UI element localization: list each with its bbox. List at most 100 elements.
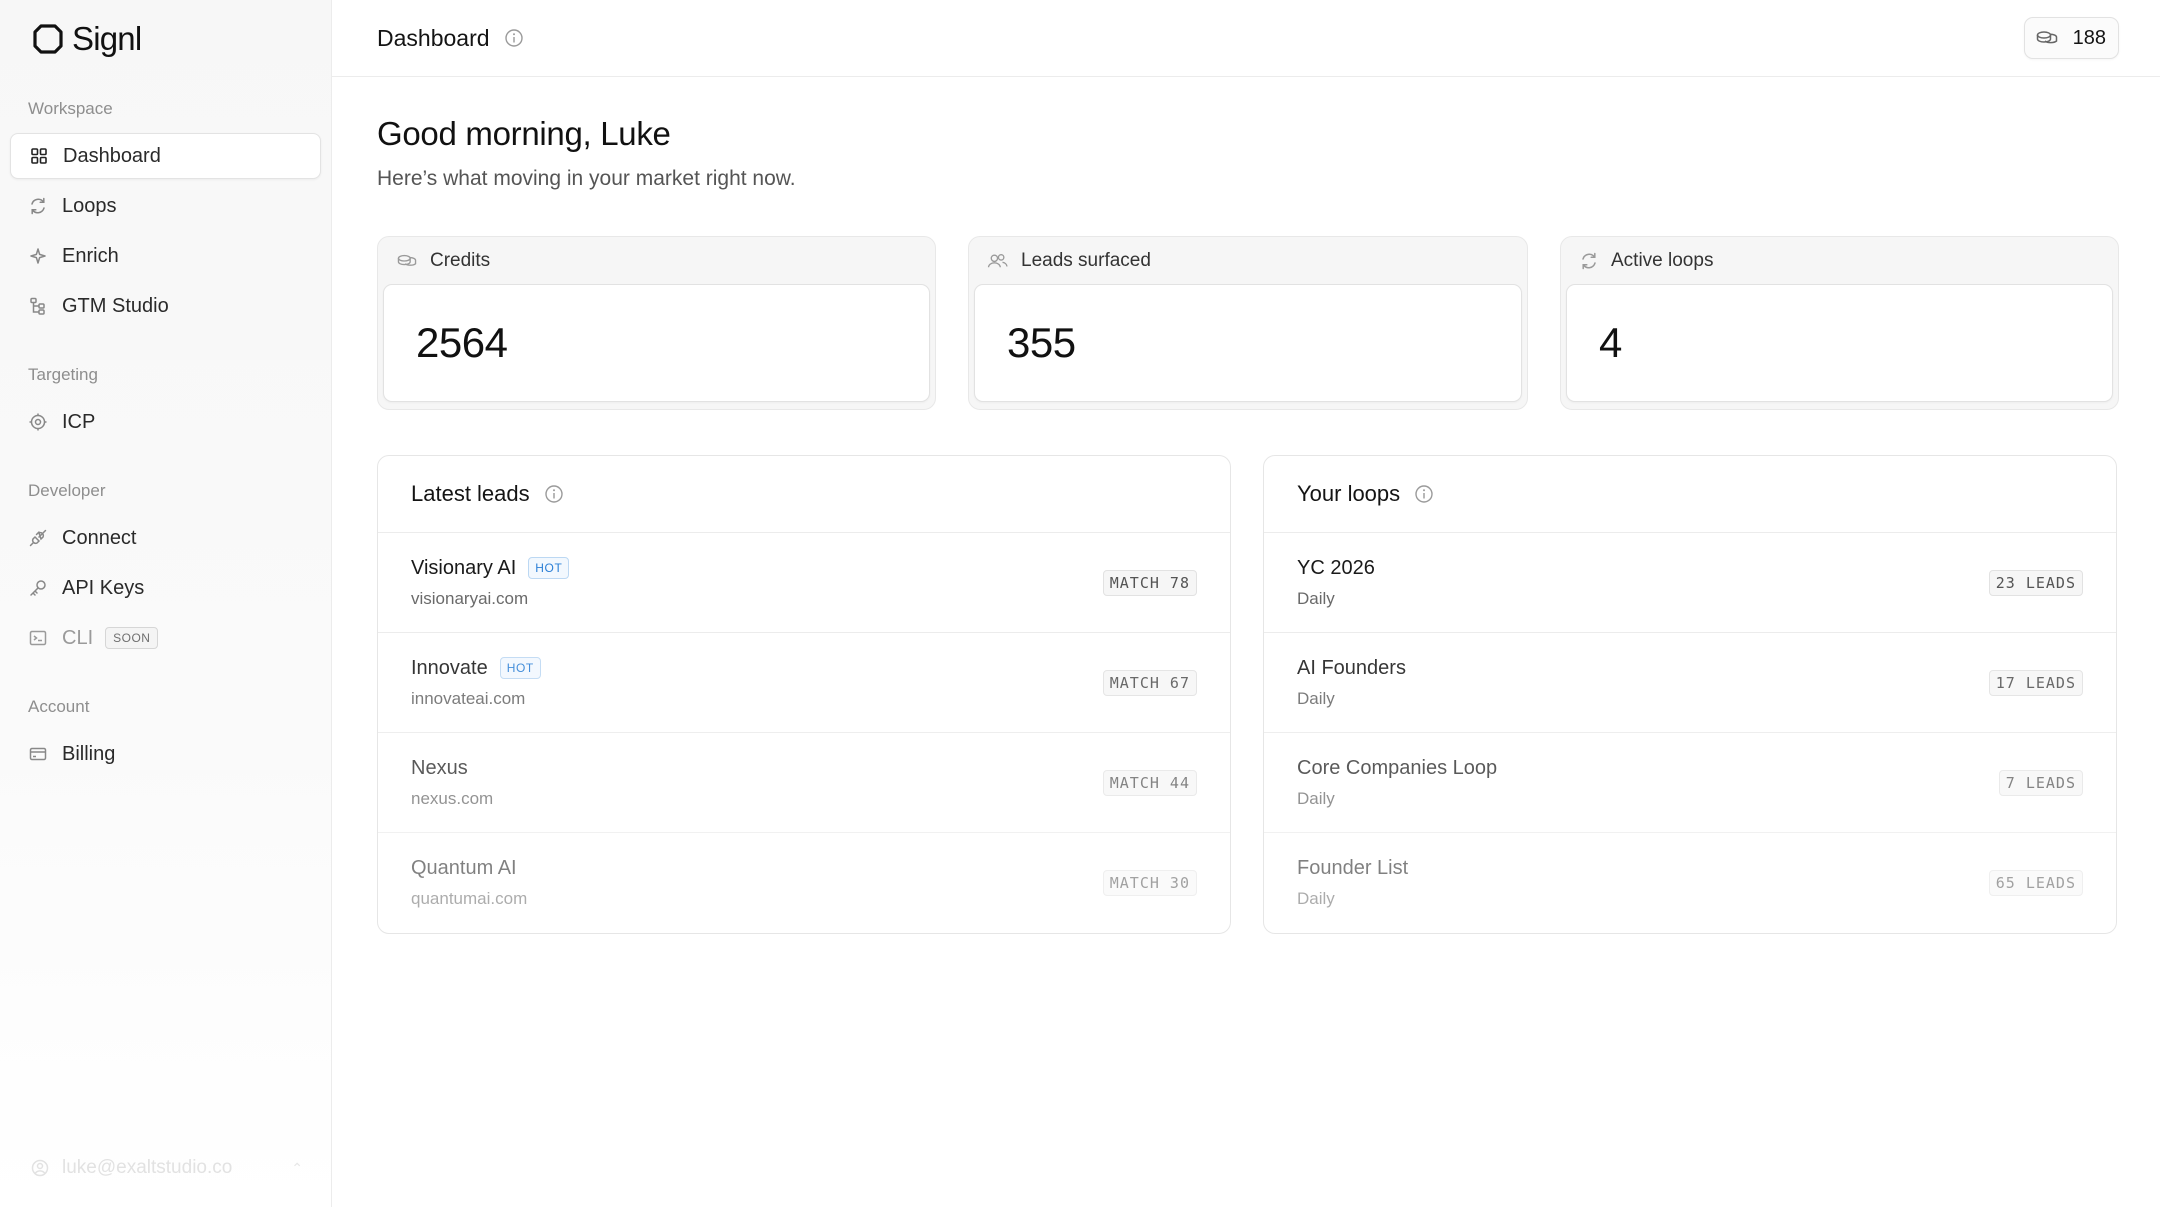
match-score-badge: MATCH 30 <box>1102 870 1197 896</box>
lead-name: Innovate <box>411 656 488 679</box>
sidebar-item-billing[interactable]: Billing <box>10 731 321 777</box>
sidebar-item-label: Dashboard <box>63 144 161 167</box>
stat-value: 355 <box>974 284 1522 402</box>
loop-row[interactable]: YC 2026 Daily 23 LEADS <box>1264 533 2116 633</box>
sidebar-item-loops[interactable]: Loops <box>10 183 321 229</box>
lead-name: Nexus <box>411 756 468 779</box>
loop-frequency: Daily <box>1297 588 1335 608</box>
hot-badge: HOT <box>499 657 541 679</box>
sidebar-item-enrich[interactable]: Enrich <box>10 233 321 279</box>
loop-frequency: Daily <box>1297 688 1335 708</box>
nav-section-title: Workspace <box>28 99 113 118</box>
sidebar-item-cli[interactable]: CLI SOON <box>10 615 321 661</box>
your-loops-panel: Your loops YC 2026 Daily 23 LEADS AI Fou… <box>1263 455 2117 934</box>
refresh-icon <box>1582 252 1596 269</box>
sidebar-item-label: ICP <box>62 410 96 433</box>
stat-header: Active loops <box>1566 237 2113 284</box>
tree-icon <box>30 297 45 315</box>
coins-icon <box>2036 31 2057 44</box>
loop-row[interactable]: Core Companies Loop Daily 7 LEADS <box>1264 733 2116 833</box>
sparkle-icon <box>30 248 46 264</box>
credits-count: 188 <box>2072 26 2106 49</box>
lead-row[interactable]: Innovate HOT innovateai.com MATCH 67 <box>378 633 1230 733</box>
info-icon[interactable] <box>504 28 524 48</box>
lead-row[interactable]: Nexus nexus.com MATCH 44 <box>378 733 1230 833</box>
sidebar-item-label: Loops <box>62 194 117 217</box>
sidebar-item-label: Connect <box>62 526 137 549</box>
account-email: luke@exaltstudio.co <box>62 1157 233 1178</box>
panels-row: Latest leads Visionary AI HOT visionaryai… <box>377 455 2119 934</box>
loop-frequency: Daily <box>1297 889 1335 908</box>
stat-label: Active loops <box>1611 249 1714 271</box>
nav-section-title: Account <box>28 697 90 716</box>
nav-section-targeting: Targeting ICP <box>0 333 331 445</box>
page-title: Dashboard <box>377 24 490 51</box>
sidebar-item-label: Billing <box>62 742 116 765</box>
info-icon[interactable] <box>1414 484 1434 504</box>
lead-name: Quantum AI <box>411 857 517 879</box>
sidebar-item-dashboard[interactable]: Dashboard <box>10 133 321 179</box>
nav-section-workspace: Workspace Dashboard Loops Enrich GTM Stu… <box>0 77 331 329</box>
hot-badge: HOT <box>528 557 570 579</box>
stat-card-credits: Credits 2564 <box>377 236 936 410</box>
sidebar-item-gtm-studio[interactable]: GTM Studio <box>10 283 321 329</box>
loop-name: Founder List <box>1297 857 1409 879</box>
sidebar-item-label: GTM Studio <box>62 294 169 317</box>
card-icon <box>29 747 47 761</box>
signl-logo-icon <box>33 23 63 54</box>
lead-domain: nexus.com <box>411 788 494 808</box>
panel-title: Latest leads <box>411 481 530 506</box>
leads-count-badge: 65 LEADS <box>1988 870 2083 896</box>
stat-header: Credits <box>383 237 930 284</box>
stat-value: 4 <box>1566 284 2113 402</box>
credits-pill[interactable]: 188 <box>2023 17 2119 59</box>
lead-domain: innovateai.com <box>411 688 526 708</box>
brand[interactable]: Signl <box>0 0 331 77</box>
sidebar-item-api-keys[interactable]: API Keys <box>10 565 321 611</box>
sidebar-item-icp[interactable]: ICP <box>10 399 321 445</box>
main-content: Dashboard 188 Good morning, Luke Here’s … <box>332 0 2160 1207</box>
match-score-badge: MATCH 44 <box>1102 769 1197 796</box>
info-icon[interactable] <box>544 484 564 504</box>
nav-section-developer: Developer Connect API Keys CLI SOON <box>0 449 331 661</box>
leads-count-badge: 23 LEADS <box>1988 569 2083 596</box>
nav-section-title: Developer <box>28 481 106 500</box>
stats-row: Credits 2564 Leads surfaced 355 Active l… <box>377 236 2119 410</box>
loop-frequency: Daily <box>1297 788 1335 808</box>
stat-label: Credits <box>430 249 491 271</box>
user-icon <box>31 1159 49 1177</box>
match-score-badge: MATCH 67 <box>1102 669 1197 696</box>
lead-row[interactable]: Quantum AI quantumai.com MATCH 30 <box>378 833 1230 933</box>
loop-row[interactable]: Founder List Daily 65 LEADS <box>1264 833 2116 933</box>
coins-icon <box>397 254 417 266</box>
lead-row[interactable]: Visionary AI HOT visionaryai.com MATCH 78 <box>378 533 1230 633</box>
leads-count-badge: 7 LEADS <box>1998 769 2083 796</box>
users-icon <box>987 253 1008 267</box>
sidebar-item-label: API Keys <box>62 576 145 599</box>
sidebar: Signl Workspace Dashboard Loops Enrich G… <box>0 0 332 1207</box>
soon-badge: SOON <box>105 627 159 649</box>
brand-name: Signl <box>72 19 142 57</box>
loop-name: Core Companies Loop <box>1297 756 1498 779</box>
nav-section-account: Account Billing <box>0 665 331 777</box>
panel-title: Your loops <box>1297 481 1401 506</box>
lead-domain: visionaryai.com <box>411 588 529 608</box>
grid-icon <box>31 148 47 164</box>
loop-row[interactable]: AI Founders Daily 17 LEADS <box>1264 633 2116 733</box>
refresh-icon <box>31 197 45 215</box>
nav-section-title: Targeting <box>28 365 98 384</box>
panel-header: Your loops <box>1264 456 2116 533</box>
loop-name: YC 2026 <box>1297 556 1375 579</box>
dashboard-content: Good morning, Luke Here’s what moving in… <box>332 77 2160 934</box>
sidebar-item-connect[interactable]: Connect <box>10 515 321 561</box>
lead-domain: quantumai.com <box>411 889 528 908</box>
leads-count-badge: 17 LEADS <box>1988 669 2083 696</box>
plug-icon <box>29 529 47 547</box>
greeting-subtitle: Here’s what moving in your market right … <box>377 167 796 190</box>
stat-value: 2564 <box>383 284 930 402</box>
account-menu[interactable]: luke@exaltstudio.co ⌃ <box>0 1140 331 1196</box>
stat-label: Leads surfaced <box>1021 249 1151 271</box>
target-icon <box>29 413 47 431</box>
lead-name: Visionary AI <box>411 556 517 579</box>
latest-leads-panel: Latest leads Visionary AI HOT visionaryai… <box>377 455 1231 934</box>
